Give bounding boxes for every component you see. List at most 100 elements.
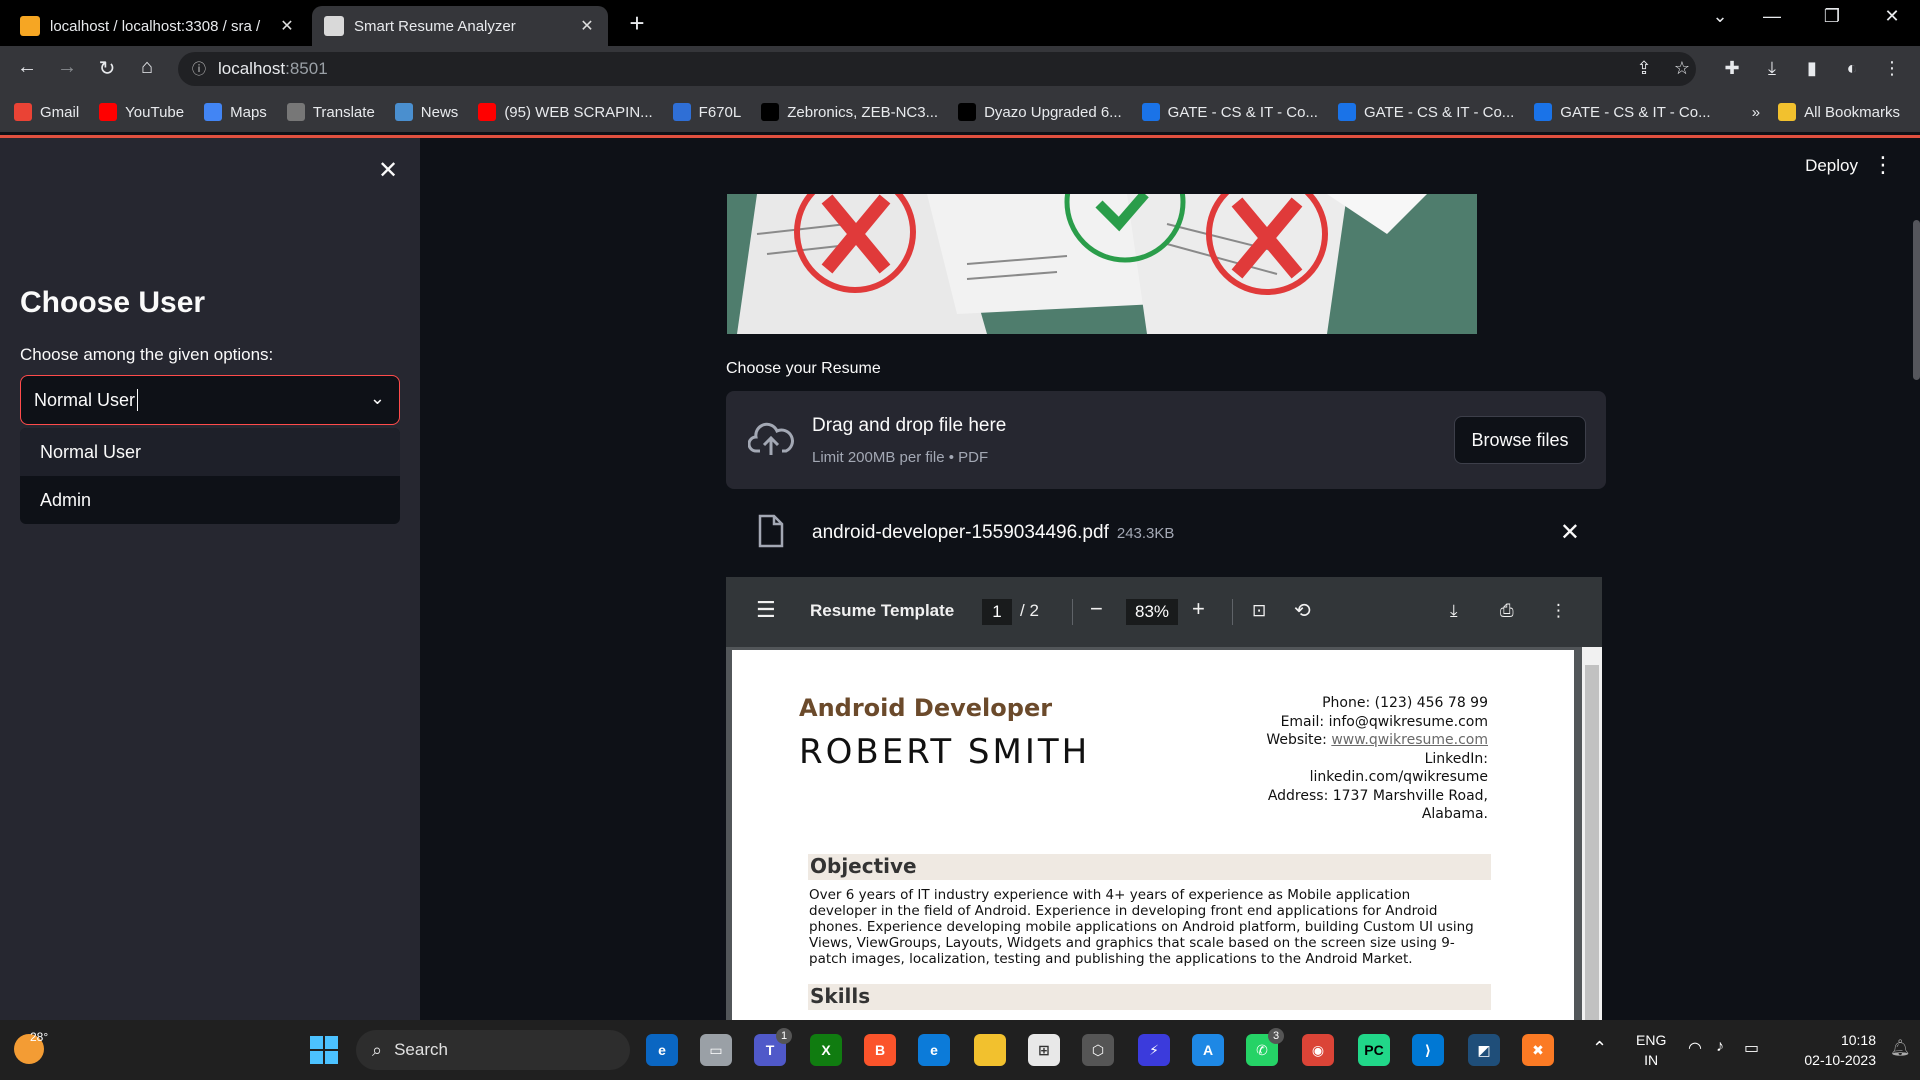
fit-page-icon[interactable]: ⊡ — [1252, 601, 1266, 621]
bookmark-item[interactable]: F670L — [672, 103, 741, 121]
app-icon-2[interactable]: ◩ — [1468, 1034, 1500, 1066]
pdf-scroll-thumb[interactable] — [1585, 665, 1599, 1020]
share-icon[interactable]: ⇪ — [1630, 58, 1658, 79]
pdf-more-icon[interactable]: ⋮ — [1550, 601, 1567, 621]
pdf-toolbar-divider — [1072, 599, 1073, 625]
close-sidebar-icon[interactable]: ✕ — [378, 156, 398, 185]
minimize-button[interactable]: — — [1752, 6, 1792, 27]
notifications-icon[interactable]: 🔔︎ — [1890, 1038, 1910, 1058]
gate-icon — [1534, 103, 1553, 121]
volume-icon[interactable]: ♪ — [1716, 1038, 1724, 1056]
bookmark-label: (95) WEB SCRAPIN... — [504, 103, 653, 121]
task-view-icon[interactable]: ▭ — [700, 1034, 732, 1066]
browser-menu-icon[interactable]: ⋮ — [1878, 58, 1906, 79]
address-bar[interactable]: ⓘ localhost:8501 — [178, 52, 1696, 86]
edge-beta-icon[interactable]: e — [646, 1034, 678, 1066]
page-scrollbar[interactable] — [1913, 220, 1920, 380]
pycharm-icon[interactable]: PC — [1358, 1034, 1390, 1066]
bookmark-star-icon[interactable]: ☆ — [1668, 58, 1696, 79]
bookmark-item[interactable]: Gmail — [14, 103, 79, 121]
app-icon[interactable]: ⬡ — [1082, 1034, 1114, 1066]
objective-line: phones. Experience developing mobile app… — [809, 919, 1474, 935]
xbox-icon[interactable]: X — [810, 1034, 842, 1066]
weather-widget[interactable]: 28° — [14, 1030, 48, 1064]
remove-file-icon[interactable]: ✕ — [1560, 518, 1580, 547]
battery-icon[interactable]: ▭ — [1744, 1038, 1759, 1058]
a-app-icon[interactable]: A — [1192, 1034, 1224, 1066]
option-normal-user[interactable]: Normal User — [20, 428, 400, 476]
bookmark-item[interactable]: Zebronics, ZEB-NC3... — [761, 103, 938, 121]
zoom-in-icon[interactable]: + — [1192, 596, 1205, 622]
pdf-zoom-input[interactable]: 83% — [1126, 599, 1178, 625]
ms-store-icon[interactable]: ⊞ — [1028, 1034, 1060, 1066]
file-uploader-dropzone[interactable]: Drag and drop file here Limit 200MB per … — [726, 391, 1606, 489]
bookmark-item[interactable]: News — [394, 103, 458, 121]
pdf-toolbar-divider — [1232, 599, 1233, 625]
resume-section-skills: Skills — [808, 984, 1491, 1010]
address-host: localhost — [218, 59, 286, 78]
extensions-icon[interactable]: ✚ — [1718, 58, 1746, 79]
bookmark-item[interactable]: GATE - CS & IT - Co... — [1141, 103, 1318, 121]
chrome-icon[interactable]: ◉ — [1302, 1034, 1334, 1066]
bookmark-label: Gmail — [40, 103, 80, 121]
rotate-icon[interactable]: ⟲ — [1294, 598, 1311, 623]
edge-icon[interactable]: e — [918, 1034, 950, 1066]
bookmark-item[interactable]: GATE - CS & IT - Co... — [1534, 103, 1711, 121]
pdf-scrollbar[interactable] — [1582, 647, 1602, 1020]
file-name-text: android-developer-1559034496.pdf — [812, 522, 1109, 543]
profile-avatar[interactable]: ◐ — [1838, 58, 1866, 79]
file-explorer-icon[interactable] — [974, 1034, 1006, 1066]
back-icon[interactable]: ← — [12, 56, 42, 79]
bookmark-item[interactable]: Translate — [286, 103, 375, 121]
resume-banner-image — [727, 194, 1477, 334]
bookmark-label: Translate — [312, 103, 375, 121]
bookmark-item[interactable]: Dyazo Upgraded 6... — [958, 103, 1122, 121]
user-select-label: Choose among the given options: — [20, 345, 274, 364]
clock[interactable]: 10:18 02-10-2023 — [1780, 1030, 1876, 1070]
chevron-down-icon[interactable]: ⌄ — [370, 388, 385, 409]
download-icon[interactable]: ⤓ — [1758, 58, 1786, 79]
resume-email: Email: info@qwikresume.com — [1280, 713, 1488, 730]
option-admin[interactable]: Admin — [20, 476, 400, 524]
bookmark-item[interactable]: GATE - CS & IT - Co... — [1337, 103, 1514, 121]
deploy-button[interactable]: Deploy — [1805, 156, 1858, 176]
close-tab-icon[interactable]: ✕ — [578, 16, 596, 36]
tray-chevron-icon[interactable]: ⌃ — [1592, 1038, 1607, 1059]
print-icon[interactable]: ⎙ — [1500, 601, 1514, 621]
taskbar-search[interactable]: ⌕ Search — [356, 1030, 630, 1070]
website-link[interactable]: www.qwikresume.com — [1331, 732, 1488, 748]
app-menu-icon[interactable]: ⋮ — [1872, 152, 1894, 178]
new-tab-button[interactable]: + — [622, 8, 652, 39]
all-bookmarks-folder[interactable]: All Bookmarks — [1778, 103, 1900, 121]
bookmarks-overflow-icon[interactable]: » — [1752, 104, 1760, 121]
forward-icon[interactable]: → — [52, 56, 82, 79]
site-info-icon[interactable]: ⓘ — [192, 59, 206, 79]
teams-badge: 1 — [776, 1028, 792, 1044]
xampp-icon[interactable]: ✖ — [1522, 1034, 1554, 1066]
tab-phpmyadmin[interactable]: localhost / localhost:3308 / sra / ✕ — [8, 6, 308, 46]
resume-objective-text: Over 6 years of IT industry experience w… — [809, 887, 1499, 967]
pdf-page-input[interactable]: 1 — [982, 599, 1012, 625]
pdf-sidebar-menu-icon[interactable]: ☰ — [756, 597, 776, 623]
reload-icon[interactable]: ↻ — [92, 56, 122, 81]
user-select[interactable]: Normal User ⌄ — [20, 375, 400, 425]
brave-icon[interactable]: B — [864, 1034, 896, 1066]
wifi-icon[interactable]: ◠ — [1688, 1038, 1702, 1058]
windows-start-icon[interactable] — [308, 1034, 340, 1066]
bookmark-item[interactable]: Maps — [204, 103, 267, 121]
browse-files-button[interactable]: Browse files — [1454, 416, 1586, 464]
side-panel-icon[interactable]: ▮ — [1798, 58, 1826, 79]
zoom-out-icon[interactable]: − — [1090, 596, 1103, 622]
tab-smart-resume-analyzer[interactable]: Smart Resume Analyzer ✕ — [312, 6, 608, 46]
bookmark-item[interactable]: (95) WEB SCRAPIN... — [478, 103, 653, 121]
restore-button[interactable]: ❐ — [1812, 6, 1852, 27]
pdf-download-icon[interactable]: ⤓ — [1450, 601, 1458, 621]
vscode-icon[interactable]: ⟩ — [1412, 1034, 1444, 1066]
bookmark-item[interactable]: YouTube — [99, 103, 184, 121]
tab-search-icon[interactable]: ⌄ — [1700, 6, 1740, 27]
android-studio-bolt-icon[interactable]: ⚡ — [1138, 1034, 1170, 1066]
close-window-button[interactable]: ✕ — [1872, 6, 1912, 27]
language-indicator[interactable]: ENG IN — [1636, 1030, 1666, 1070]
home-icon[interactable]: ⌂ — [132, 56, 162, 79]
close-tab-icon[interactable]: ✕ — [278, 16, 296, 36]
